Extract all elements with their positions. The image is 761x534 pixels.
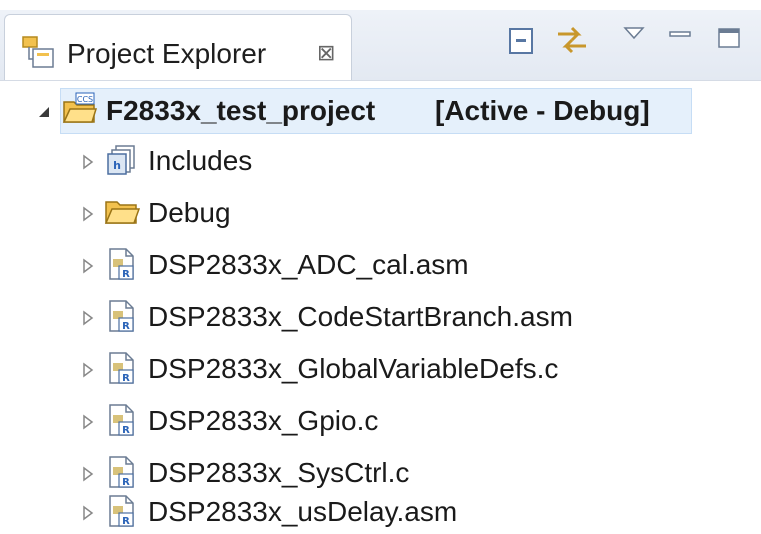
project-name: F2833x_test_project xyxy=(106,95,376,126)
tree-row-project[interactable]: CCS F2833x_test_project [Active - Debug] xyxy=(0,80,761,134)
svg-text:R: R xyxy=(122,321,130,332)
project-explorer-view: Project Explorer ⊠ CCS F2833x_test_proje… xyxy=(0,0,761,533)
maximize-icon[interactable] xyxy=(716,26,742,50)
link-with-editor-icon[interactable] xyxy=(554,22,590,58)
source-file-icon: R xyxy=(104,402,140,438)
tree-item-label: DSP2833x_ADC_cal.asm xyxy=(148,249,469,280)
source-file-icon: R xyxy=(104,246,140,282)
expanded-triangle-icon[interactable] xyxy=(36,104,52,120)
tree-row-debug[interactable]: Debug xyxy=(0,184,761,236)
collapsed-triangle-icon[interactable] xyxy=(80,505,96,521)
project-badge: CCS xyxy=(77,95,93,104)
tree-item-label: DSP2833x_CodeStartBranch.asm xyxy=(148,301,573,332)
includes-icon: h xyxy=(104,142,140,178)
tab-title: Project Explorer xyxy=(67,38,267,69)
tree-item-label: DSP2833x_Gpio.c xyxy=(148,405,379,436)
project-explorer-icon xyxy=(19,33,59,73)
collapsed-triangle-icon[interactable] xyxy=(80,414,96,430)
folder-icon xyxy=(104,194,141,230)
tree-row-includes[interactable]: h Includes xyxy=(0,132,761,184)
collapsed-triangle-icon[interactable] xyxy=(80,466,96,482)
collapsed-triangle-icon[interactable] xyxy=(80,310,96,326)
tree-row-file[interactable]: R DSP2833x_usDelay.asm xyxy=(0,483,761,531)
svg-text:R: R xyxy=(122,269,130,280)
project-status: [Active - Debug] xyxy=(435,95,650,126)
tree-row-file[interactable]: R DSP2833x_ADC_cal.asm xyxy=(0,236,761,288)
svg-text:R: R xyxy=(122,373,130,384)
minimize-icon[interactable] xyxy=(667,24,693,44)
ccs-project-icon: CCS xyxy=(62,92,98,128)
svg-text:R: R xyxy=(122,425,130,436)
collapsed-triangle-icon[interactable] xyxy=(80,258,96,274)
collapsed-triangle-icon[interactable] xyxy=(80,206,96,222)
tree-item-label: DSP2833x_GlobalVariableDefs.c xyxy=(148,353,559,384)
tree-row-file[interactable]: R DSP2833x_CodeStartBranch.asm xyxy=(0,288,761,340)
collapsed-triangle-icon[interactable] xyxy=(80,362,96,378)
collapse-all-icon[interactable] xyxy=(507,26,537,56)
view-menu-icon[interactable] xyxy=(622,24,646,44)
tree-item-label: DSP2833x_usDelay.asm xyxy=(148,496,458,527)
collapsed-triangle-icon[interactable] xyxy=(80,154,96,170)
svg-text:R: R xyxy=(122,516,130,527)
source-file-icon: R xyxy=(104,350,140,386)
tree-row-file[interactable]: R DSP2833x_Gpio.c xyxy=(0,392,761,444)
source-file-icon: R xyxy=(104,298,140,334)
tree-item-label: Includes xyxy=(148,145,253,176)
project-tree[interactable]: CCS F2833x_test_project [Active - Debug]… xyxy=(0,80,761,533)
svg-text:h: h xyxy=(113,159,121,172)
close-icon[interactable]: ⊠ xyxy=(317,39,335,69)
tree-item-label: Debug xyxy=(148,197,231,228)
source-file-icon: R xyxy=(104,493,140,529)
tree-row-file[interactable]: R DSP2833x_GlobalVariableDefs.c xyxy=(0,340,761,392)
tab-project-explorer[interactable]: Project Explorer ⊠ xyxy=(4,14,352,80)
view-tab-bar: Project Explorer ⊠ xyxy=(0,0,761,81)
